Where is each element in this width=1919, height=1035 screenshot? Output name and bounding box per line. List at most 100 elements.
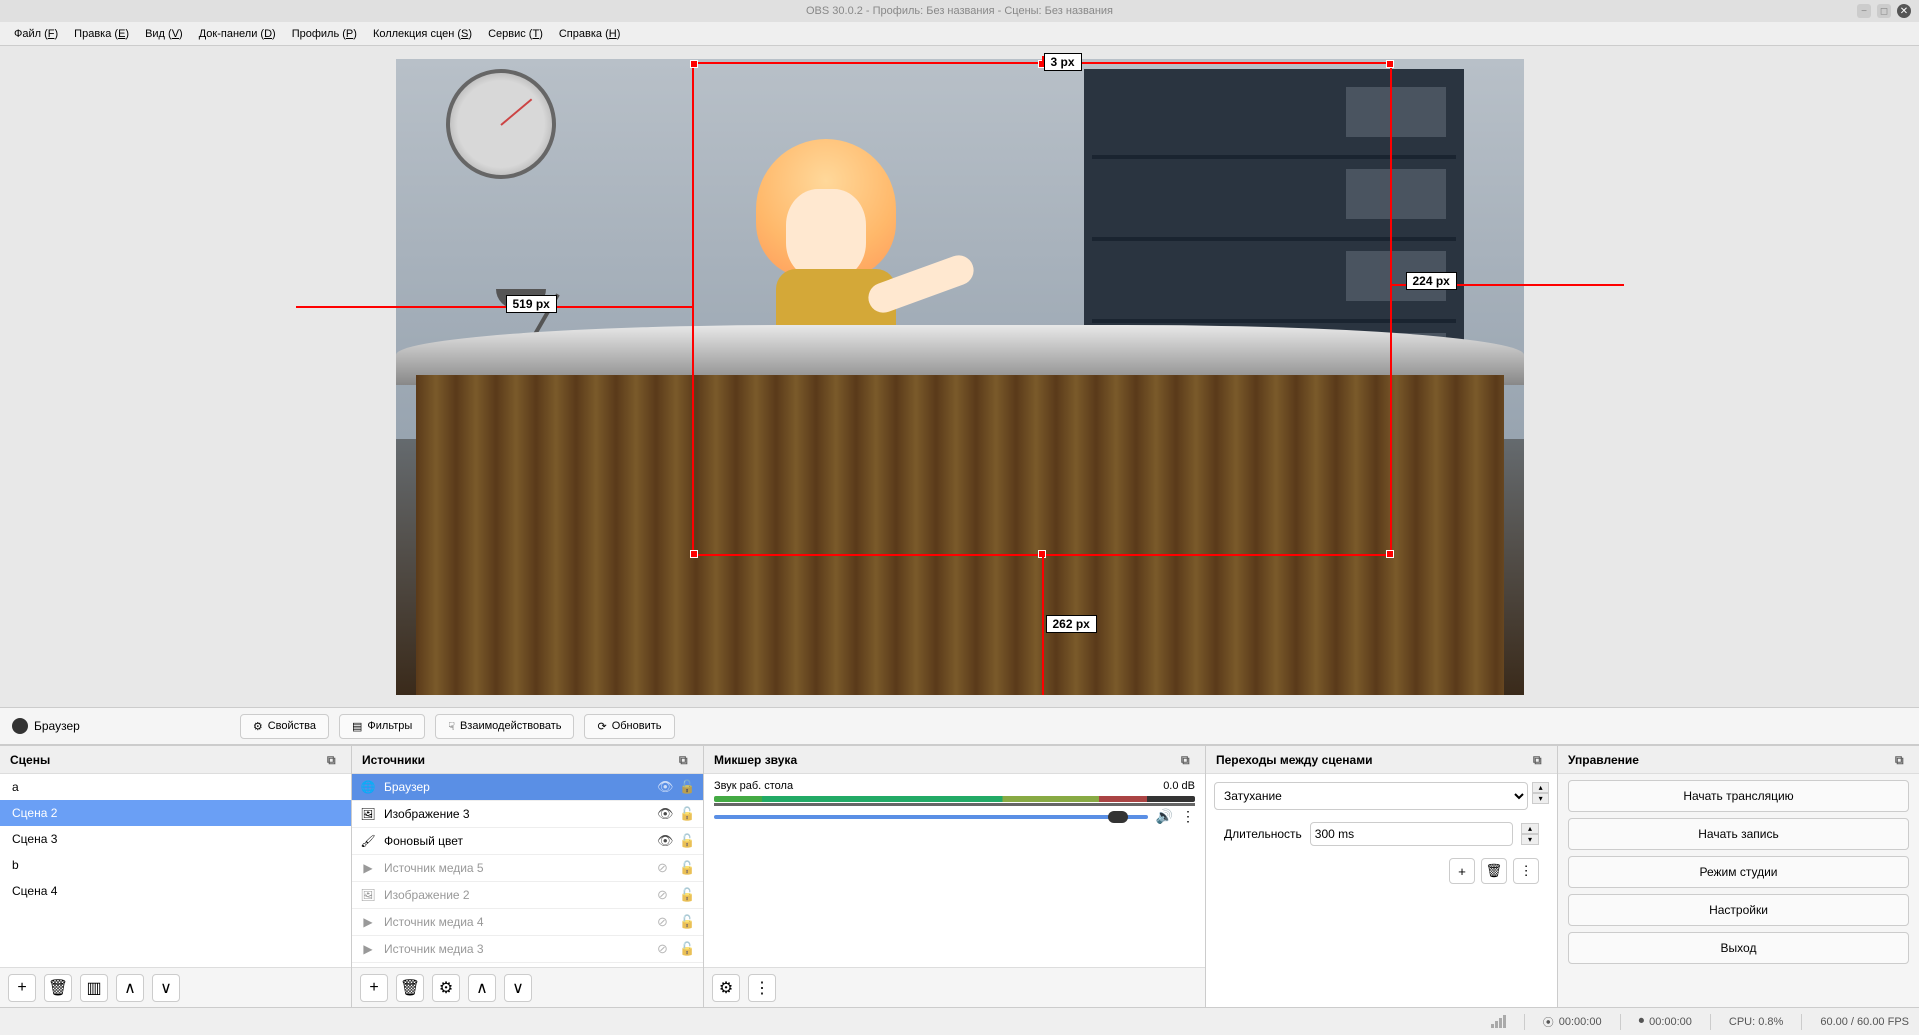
popout-icon[interactable]: ⧉ bbox=[1895, 753, 1909, 767]
refresh-icon: ⟳ bbox=[597, 720, 606, 733]
visibility-toggle[interactable]: ⊘ bbox=[657, 914, 673, 930]
lock-toggle[interactable]: 🔓 bbox=[679, 887, 695, 903]
scene-filter-button[interactable]: ▥ bbox=[80, 974, 108, 1002]
menu-help[interactable]: Справка (H) bbox=[551, 25, 629, 43]
duration-input[interactable] bbox=[1310, 822, 1513, 846]
scene-item[interactable]: Сцена 2 bbox=[0, 800, 351, 826]
lock-toggle[interactable]: 🔓 bbox=[679, 833, 695, 849]
scene-item[interactable]: Сцена 4 bbox=[0, 878, 351, 904]
spin-up[interactable]: ▴ bbox=[1521, 823, 1539, 834]
scene-item[interactable]: a bbox=[0, 774, 351, 800]
play-icon: ▶ bbox=[360, 941, 376, 957]
transitions-title: Переходы между сценами bbox=[1216, 753, 1372, 767]
source-item[interactable]: ▶ Источник медиа 5 ⊘🔓 bbox=[352, 855, 703, 882]
globe-icon: 🌐 bbox=[360, 779, 376, 795]
source-item[interactable]: 🌐 Браузер 👁🔓 bbox=[352, 774, 703, 801]
start-stream-button[interactable]: Начать трансляцию bbox=[1568, 780, 1909, 812]
popout-icon[interactable]: ⧉ bbox=[327, 753, 341, 767]
interact-button[interactable]: ☟Взаимодействовать bbox=[435, 714, 574, 739]
menu-view[interactable]: Вид (V) bbox=[137, 25, 191, 43]
guide-left: 519 px bbox=[506, 295, 557, 313]
popout-icon[interactable]: ⧉ bbox=[679, 753, 693, 767]
spin-down[interactable]: ▾ bbox=[1521, 834, 1539, 845]
cpu-usage: CPU: 0.8% bbox=[1729, 1016, 1783, 1028]
titlebar: OBS 30.0.2 - Профиль: Без названия - Сце… bbox=[0, 0, 1919, 22]
add-transition-button[interactable]: + bbox=[1449, 858, 1475, 884]
gear-icon: ⚙ bbox=[253, 720, 263, 733]
menu-docks[interactable]: Док-панели (D) bbox=[191, 25, 284, 43]
maximize-button[interactable]: ◻ bbox=[1877, 4, 1891, 18]
scenes-list[interactable]: a Сцена 2 Сцена 3 b Сцена 4 bbox=[0, 774, 351, 967]
menu-profile[interactable]: Профиль (P) bbox=[284, 25, 365, 43]
controls-dock: Управление ⧉ Начать трансляцию Начать за… bbox=[1558, 746, 1919, 1007]
transition-select[interactable]: Затухание bbox=[1214, 782, 1528, 810]
scene-item[interactable]: Сцена 3 bbox=[0, 826, 351, 852]
mixer-channel-name: Звук раб. стола bbox=[714, 780, 793, 792]
start-record-button[interactable]: Начать запись bbox=[1568, 818, 1909, 850]
lock-toggle[interactable]: 🔓 bbox=[679, 860, 695, 876]
properties-button[interactable]: ⚙Свойства bbox=[240, 714, 329, 739]
visibility-toggle[interactable]: 👁 bbox=[657, 779, 673, 795]
network-icon bbox=[1491, 1015, 1506, 1028]
mixer-title: Микшер звука bbox=[714, 753, 797, 767]
play-icon: ▶ bbox=[360, 914, 376, 930]
lock-toggle[interactable]: 🔓 bbox=[679, 914, 695, 930]
exit-button[interactable]: Выход bbox=[1568, 932, 1909, 964]
spin-down[interactable]: ▾ bbox=[1532, 793, 1549, 804]
sources-list[interactable]: 🌐 Браузер 👁🔓 🖼 Изображение 3 👁🔓 🖌 Фоновы… bbox=[352, 774, 703, 967]
lock-toggle[interactable]: 🔓 bbox=[679, 806, 695, 822]
menu-tools[interactable]: Сервис (T) bbox=[480, 25, 551, 43]
audio-meter bbox=[714, 796, 1195, 802]
scene-down-button[interactable]: ∨ bbox=[152, 974, 180, 1002]
remove-transition-button[interactable]: 🗑 bbox=[1481, 858, 1507, 884]
preview-area[interactable]: 3 px 519 px 224 px 262 px bbox=[0, 46, 1919, 707]
volume-slider[interactable] bbox=[714, 815, 1148, 819]
visibility-toggle[interactable]: ⊘ bbox=[657, 887, 673, 903]
mixer-channel-level: 0.0 dB bbox=[1163, 780, 1195, 792]
visibility-toggle[interactable]: ⊘ bbox=[657, 941, 673, 957]
source-item[interactable]: ▶ Источник медиа 3 ⊘🔓 bbox=[352, 936, 703, 963]
menu-scene-collection[interactable]: Коллекция сцен (S) bbox=[365, 25, 480, 43]
source-properties-button[interactable]: ⚙ bbox=[432, 974, 460, 1002]
source-item[interactable]: 🖼 Изображение 2 ⊘🔓 bbox=[352, 882, 703, 909]
lock-toggle[interactable]: 🔓 bbox=[679, 779, 695, 795]
mixer-menu-button[interactable]: ⋮ bbox=[748, 974, 776, 1002]
source-item[interactable]: ▶ Источник медиа 4 ⊘🔓 bbox=[352, 909, 703, 936]
source-up-button[interactable]: ∧ bbox=[468, 974, 496, 1002]
scenes-dock: Сцены ⧉ a Сцена 2 Сцена 3 b Сцена 4 + 🗑 … bbox=[0, 746, 352, 1007]
remove-source-button[interactable]: 🗑 bbox=[396, 974, 424, 1002]
source-down-button[interactable]: ∨ bbox=[504, 974, 532, 1002]
docks-container: Сцены ⧉ a Сцена 2 Сцена 3 b Сцена 4 + 🗑 … bbox=[0, 745, 1919, 1007]
scene-up-button[interactable]: ∧ bbox=[116, 974, 144, 1002]
visibility-toggle[interactable]: ⊘ bbox=[657, 860, 673, 876]
transition-menu-button[interactable]: ⋮ bbox=[1513, 858, 1539, 884]
settings-button[interactable]: Настройки bbox=[1568, 894, 1909, 926]
remove-scene-button[interactable]: 🗑 bbox=[44, 974, 72, 1002]
menu-edit[interactable]: Правка (E) bbox=[66, 25, 137, 43]
add-source-button[interactable]: + bbox=[360, 974, 388, 1002]
preview-canvas[interactable]: 3 px 519 px 224 px 262 px bbox=[396, 59, 1524, 695]
brush-icon: 🖌 bbox=[360, 833, 376, 849]
mixer-settings-button[interactable]: ⚙ bbox=[712, 974, 740, 1002]
minimize-button[interactable]: − bbox=[1857, 4, 1871, 18]
refresh-button[interactable]: ⟳Обновить bbox=[584, 714, 674, 739]
close-button[interactable]: ✕ bbox=[1897, 4, 1911, 18]
scene-item[interactable]: b bbox=[0, 852, 351, 878]
image-icon: 🖼 bbox=[360, 887, 376, 903]
source-item[interactable]: 🖼 Изображение 3 👁🔓 bbox=[352, 801, 703, 828]
visibility-toggle[interactable]: 👁 bbox=[657, 833, 673, 849]
visibility-toggle[interactable]: 👁 bbox=[657, 806, 673, 822]
image-icon: 🖼 bbox=[360, 806, 376, 822]
add-scene-button[interactable]: + bbox=[8, 974, 36, 1002]
popout-icon[interactable]: ⧉ bbox=[1533, 753, 1547, 767]
studio-mode-button[interactable]: Режим студии bbox=[1568, 856, 1909, 888]
context-toolbar: Браузер ⚙Свойства ▤Фильтры ☟Взаимодейств… bbox=[0, 707, 1919, 745]
channel-menu[interactable]: ⋮ bbox=[1181, 808, 1195, 825]
lock-toggle[interactable]: 🔓 bbox=[679, 941, 695, 957]
spin-up[interactable]: ▴ bbox=[1532, 782, 1549, 793]
menu-file[interactable]: Файл (F) bbox=[6, 25, 66, 43]
mute-toggle[interactable]: 🔊 bbox=[1156, 808, 1173, 825]
popout-icon[interactable]: ⧉ bbox=[1181, 753, 1195, 767]
filters-button[interactable]: ▤Фильтры bbox=[339, 714, 425, 739]
source-item[interactable]: 🖌 Фоновый цвет 👁🔓 bbox=[352, 828, 703, 855]
